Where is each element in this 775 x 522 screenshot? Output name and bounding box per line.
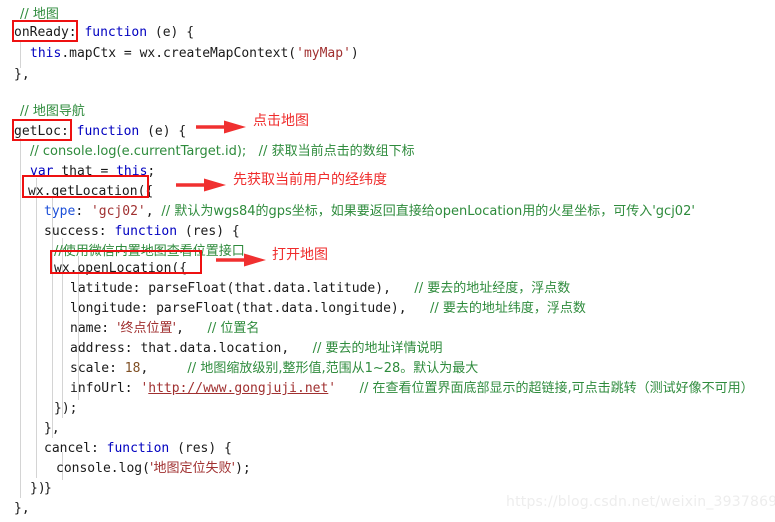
code-token: function: [106, 441, 170, 456]
code-token: }): [30, 481, 46, 496]
code-token: },: [14, 501, 30, 516]
code-token: (e) {: [139, 124, 187, 139]
code-token: // 地图: [20, 7, 59, 22]
code-token: wx.openLocation({: [54, 261, 188, 276]
code-token: },: [14, 67, 30, 82]
code-token: 'myMap': [296, 46, 351, 61]
code-token: function: [84, 25, 148, 40]
code-line: this.mapCtx = wx.createMapContext('myMap…: [0, 43, 359, 64]
code-token: 18: [124, 361, 141, 376]
code-line: },: [0, 418, 60, 439]
code-token: type: [44, 204, 76, 219]
code-token: // console.log(e.currentTarget.id); // 获…: [30, 144, 415, 159]
code-token: '地图定位失败': [149, 461, 236, 476]
code-token: .mapCtx = wx.createMapContext(: [61, 46, 297, 61]
code-token: // 要去的地址纬度，浮点数: [430, 301, 586, 316]
code-line: },: [0, 64, 30, 85]
code-token: var: [30, 164, 54, 179]
code-line: latitude: parseFloat(that.data.latitude)…: [0, 278, 570, 299]
code-token: (e) {: [147, 25, 195, 40]
code-token: ): [350, 46, 359, 61]
code-line: var that = this;: [0, 161, 155, 182]
code-line: // 地图导航: [0, 101, 85, 122]
code-token: getLoc:: [14, 124, 77, 139]
code-token: longitude: parseFloat(that.data.longitud…: [70, 301, 431, 316]
code-token: },: [44, 421, 60, 436]
code-token: success:: [44, 224, 115, 239]
code-token: this: [116, 164, 148, 179]
watermark-text: https://blog.csdn.net/weixin_39378691: [506, 494, 775, 510]
code-line: // console.log(e.currentTarget.id); // 获…: [0, 141, 415, 162]
code-token: (res) {: [169, 441, 232, 456]
code-token: // 要去的地址经度，浮点数: [414, 281, 571, 296]
code-token: scale:: [70, 361, 125, 376]
code-token: latitude: parseFloat(that.data.latitude)…: [70, 281, 415, 296]
code-token: name:: [70, 321, 117, 336]
code-token: ;: [147, 164, 156, 179]
code-token: http://www.gongjuji.net: [148, 381, 329, 396]
code-line: success: function (res) {: [0, 221, 240, 242]
code-line: getLoc: function (e) {: [0, 121, 186, 142]
code-token: (res) {: [177, 224, 240, 239]
code-line: },: [0, 498, 30, 519]
code-token: // 位置名: [207, 321, 260, 336]
code-token: function: [114, 224, 178, 239]
code-token: });: [54, 401, 78, 416]
code-token: console.log(: [56, 461, 150, 476]
code-token: ': [328, 381, 337, 396]
code-line: console.log('地图定位失败');: [0, 458, 251, 479]
code-line: type: 'gcj02', // 默认为wgs84的gps坐标，如果要返回直接…: [0, 201, 695, 222]
code-token: // 地图导航: [20, 104, 85, 119]
annotation-get-location: 先获取当前用户的经纬度: [233, 172, 387, 188]
code-line: onReady: function (e) {: [0, 22, 194, 43]
arrow-open-map: [216, 252, 266, 268]
code-line: }): [0, 478, 46, 499]
code-token: // 要去的地址详情说明: [312, 341, 443, 356]
code-token: that =: [53, 164, 117, 179]
code-line: wx.openLocation({: [0, 258, 187, 279]
code-token: this: [30, 46, 62, 61]
code-token: ,: [145, 204, 162, 219]
code-token: infoUrl:: [70, 381, 141, 396]
code-token: '终点位置': [116, 321, 177, 336]
code-token: :: [75, 204, 91, 219]
code-token: wx.getLocation({: [28, 184, 154, 199]
code-line: });: [0, 398, 77, 419]
annotation-open-map: 打开地图: [272, 247, 328, 263]
code-editor-surface: // 地图 onReady: function (e) {this.mapCtx …: [0, 0, 775, 522]
code-token: ,: [176, 321, 208, 336]
code-line: scale: 18, // 地图缩放级别,整形值,范围从1~28。默认为最大: [0, 358, 478, 379]
code-line: infoUrl: 'http://www.gongjuji.net' // 在查…: [0, 378, 754, 399]
code-token: address: that.data.location,: [70, 341, 313, 356]
code-line: wx.getLocation({: [0, 181, 153, 202]
arrow-get-location: [176, 177, 226, 193]
code-token: );: [235, 461, 251, 476]
code-token: // 默认为wgs84的gps坐标，如果要返回直接给openLocation用的…: [161, 204, 695, 219]
code-token: 'gcj02': [90, 204, 146, 219]
code-line: cancel: function (res) {: [0, 438, 232, 459]
code-token: // 在查看位置界面底部显示的超链接,可点击跳转（测试好像不可用）: [359, 381, 754, 396]
arrow-click-map: [196, 119, 246, 135]
code-token: onReady:: [14, 25, 85, 40]
code-token: cancel:: [44, 441, 107, 456]
code-token: ,: [140, 361, 188, 376]
code-line: address: that.data.location, // 要去的地址详情说…: [0, 338, 443, 359]
code-line: longitude: parseFloat(that.data.longitud…: [0, 298, 586, 319]
code-line: name: '终点位置', // 位置名: [0, 318, 259, 339]
code-token: function: [76, 124, 140, 139]
annotation-click-map: 点击地图: [253, 113, 309, 129]
code-token: // 地图缩放级别,整形值,范围从1~28。默认为最大: [187, 361, 479, 376]
